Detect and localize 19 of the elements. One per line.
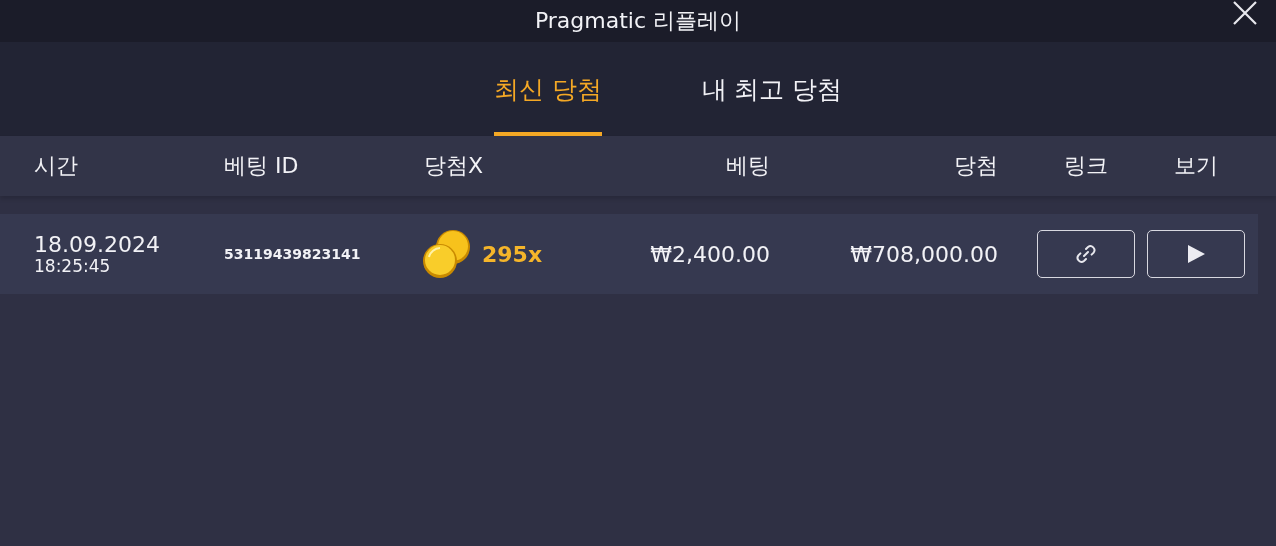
time-text: 18:25:45 <box>34 257 112 275</box>
column-header: 보기 <box>1173 152 1219 180</box>
column-header: 당첨 <box>954 152 998 180</box>
column-header: 당첨X <box>424 152 485 180</box>
window-title: Pragmatic 리플레이 <box>534 7 742 35</box>
play-icon <box>1186 244 1206 264</box>
win-amount: ₩708,000.00 <box>850 241 998 267</box>
column-header: 베팅 ID <box>224 152 300 180</box>
close-icon[interactable] <box>1232 0 1258 26</box>
play-button[interactable] <box>1147 230 1245 278</box>
multiplier-text: 295x <box>482 241 543 267</box>
column-header: 링크 <box>1063 152 1109 180</box>
tab[interactable]: 내 최고 당첨 <box>701 64 843 136</box>
bet-id-text: 53119439823141 <box>224 246 362 262</box>
column-header: 시간 <box>34 152 79 180</box>
column-header: 베팅 <box>726 152 770 180</box>
bet-amount: ₩2,400.00 <box>650 241 770 267</box>
link-button[interactable] <box>1037 230 1135 278</box>
date-text: 18.09.2024 <box>34 233 161 256</box>
